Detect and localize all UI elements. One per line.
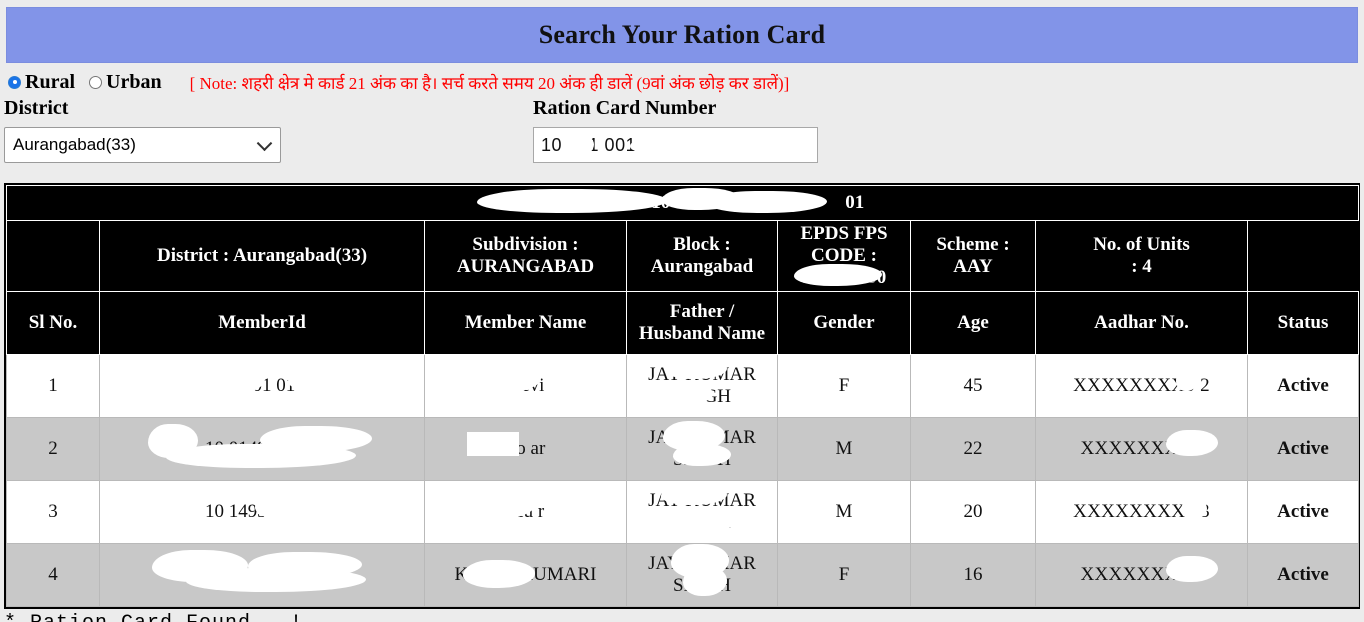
cell-member-name: So ar bbox=[424, 416, 627, 481]
cell-sl-no: 1 bbox=[6, 353, 100, 418]
cell-gender: M bbox=[777, 479, 911, 544]
cell-age: 20 bbox=[910, 479, 1036, 544]
meta-block: Block : Aurangabad bbox=[626, 220, 778, 292]
column-header-status: Status bbox=[1246, 290, 1360, 355]
cell-age: 45 bbox=[910, 353, 1036, 418]
redaction-mask bbox=[707, 191, 827, 213]
ration-card-search-page: Search Your Ration Card Rural Urban [ No… bbox=[0, 7, 1364, 622]
cell-status: Active bbox=[1246, 542, 1360, 607]
radio-rural-icon[interactable] bbox=[8, 75, 21, 89]
cell-father-husband-name: JAY KUMAR SINGH bbox=[626, 416, 778, 481]
ration-card-no-cell: Ration Card No. : 10 01 bbox=[5, 185, 1360, 221]
ration-card-no-label: Ration Card No. : 10 bbox=[500, 192, 671, 213]
column-header-father-husband-name: Father / Husband Name bbox=[626, 290, 778, 355]
ration-card-number-value: 10 701 001 bbox=[541, 134, 637, 155]
cell-sl-no: 2 bbox=[6, 416, 100, 481]
cell-aadhar-no: XXXXXXXX0 2 bbox=[1035, 353, 1248, 418]
chevron-down-icon[interactable] bbox=[256, 135, 273, 152]
cell-age: 16 bbox=[910, 542, 1036, 607]
meta-units: No. of Units : 4 bbox=[1035, 220, 1248, 292]
result-table-body: 1 10 01 01 P evi JAY KUMAR SINGH F 45 XX… bbox=[6, 353, 1360, 607]
cell-status: Active bbox=[1246, 479, 1360, 544]
meta-fps-code: EPDS FPS CODE : 113700100 bbox=[777, 220, 911, 292]
area-type-radio-group[interactable]: Rural Urban bbox=[8, 71, 176, 94]
redaction-mask bbox=[148, 366, 208, 393]
search-form: District Ration Card Number Aurangabad(3… bbox=[0, 95, 1364, 277]
cell-gender: F bbox=[777, 353, 911, 418]
ration-card-number-input[interactable]: 10 701 001 bbox=[533, 127, 818, 163]
cell-father-husband-name: JAY KUMAR SINGH bbox=[626, 479, 778, 544]
cell-member-name: P evi bbox=[424, 353, 627, 418]
cell-father-husband-name: JAY KUMAR SINGH bbox=[626, 542, 778, 607]
cell-member-id: 10 013 149100026 05 bbox=[99, 542, 425, 607]
radio-option-rural[interactable]: Rural bbox=[8, 71, 75, 94]
column-header-member-name: Member Name bbox=[424, 290, 627, 355]
meta-scheme: Scheme : AAY bbox=[910, 220, 1036, 292]
ration-card-no-row: Ration Card No. : 10 01 bbox=[5, 185, 1360, 221]
table-row[interactable]: 4 10 013 149100026 05 KIRAN KUMARI JAY K… bbox=[6, 542, 1360, 607]
meta-subdivision: Subdivision : AURANGABAD bbox=[424, 220, 627, 292]
cell-age: 22 bbox=[910, 416, 1036, 481]
meta-spacer bbox=[6, 220, 100, 292]
column-header-member-id: MemberId bbox=[99, 290, 425, 355]
redaction-mask bbox=[148, 423, 198, 458]
note-text: [ Note: शहरी क्षेत्र मे कार्ड 21 अंक का … bbox=[189, 73, 790, 93]
radio-urban-icon[interactable] bbox=[89, 75, 102, 89]
cell-aadhar-no: XXXXXXXX4 bbox=[1035, 542, 1248, 607]
cell-sl-no: 4 bbox=[6, 542, 100, 607]
cell-gender: M bbox=[777, 416, 911, 481]
redaction-mask bbox=[148, 490, 182, 521]
ration-card-number-label: Ration Card Number bbox=[533, 97, 717, 119]
column-header-age: Age bbox=[910, 290, 1036, 355]
cell-gender: F bbox=[777, 542, 911, 607]
cell-status: Active bbox=[1246, 353, 1360, 418]
table-row[interactable]: 3 10 1493801 04 Mu r JAY KUMAR SINGH M 2… bbox=[6, 479, 1360, 544]
cell-aadhar-no: XXXXXXXX1 bbox=[1035, 416, 1248, 481]
page-banner: Search Your Ration Card bbox=[6, 7, 1358, 63]
cell-aadhar-no: XXXXXXXX8 3 bbox=[1035, 479, 1248, 544]
district-select-value: Aurangabad(33) bbox=[13, 135, 136, 154]
column-header-gender: Gender bbox=[777, 290, 911, 355]
redaction-mask bbox=[630, 132, 775, 158]
cell-member-id: 10 01 01 bbox=[99, 353, 425, 418]
result-table-container: Ration Card No. : 10 01 District : Aurang… bbox=[4, 183, 1360, 609]
district-label: District bbox=[4, 97, 69, 119]
page-title: Search Your Ration Card bbox=[538, 20, 826, 49]
cell-status: Active bbox=[1246, 416, 1360, 481]
district-select[interactable]: Aurangabad(33) bbox=[4, 127, 281, 163]
result-table-head: Ration Card No. : 10 01 District : Aurang… bbox=[5, 185, 1360, 355]
cell-member-id: 10 1493801 04 bbox=[99, 479, 425, 544]
cell-father-husband-name: JAY KUMAR SINGH bbox=[626, 353, 778, 418]
status-message: * Ration Card Found...! bbox=[0, 608, 1364, 622]
column-header-aadhar-no: Aadhar No. bbox=[1035, 290, 1248, 355]
radio-urban-label: Urban bbox=[106, 70, 162, 93]
column-header-row: Sl No. MemberId Member Name Father / Husb… bbox=[6, 290, 1360, 355]
area-type-row: Rural Urban [ Note: शहरी क्षेत्र मे कार्… bbox=[0, 63, 1364, 95]
radio-option-urban[interactable]: Urban bbox=[89, 71, 162, 94]
redaction-mask bbox=[288, 366, 370, 393]
column-header-sl-no: Sl No. bbox=[6, 290, 100, 355]
meta-district: District : Aurangabad(33) bbox=[99, 220, 425, 292]
cell-member-name: Mu r bbox=[424, 479, 627, 544]
table-row[interactable]: 1 10 01 01 P evi JAY KUMAR SINGH F 45 XX… bbox=[6, 353, 1360, 418]
result-table: Ration Card No. : 10 01 District : Aurang… bbox=[5, 185, 1360, 607]
cell-member-name: KIRAN KUMARI bbox=[424, 542, 627, 607]
table-row[interactable]: 2 10 0149286 03 So ar JAY KUMAR SINGH M … bbox=[6, 416, 1360, 481]
cell-sl-no: 3 bbox=[6, 479, 100, 544]
cell-member-id: 10 0149286 03 bbox=[99, 416, 425, 481]
ration-card-meta-row: District : Aurangabad(33) Subdivision : … bbox=[6, 220, 1359, 292]
ration-card-no-tail: 01 bbox=[845, 192, 865, 213]
redaction-mask bbox=[662, 188, 740, 210]
radio-rural-label: Rural bbox=[25, 70, 75, 93]
